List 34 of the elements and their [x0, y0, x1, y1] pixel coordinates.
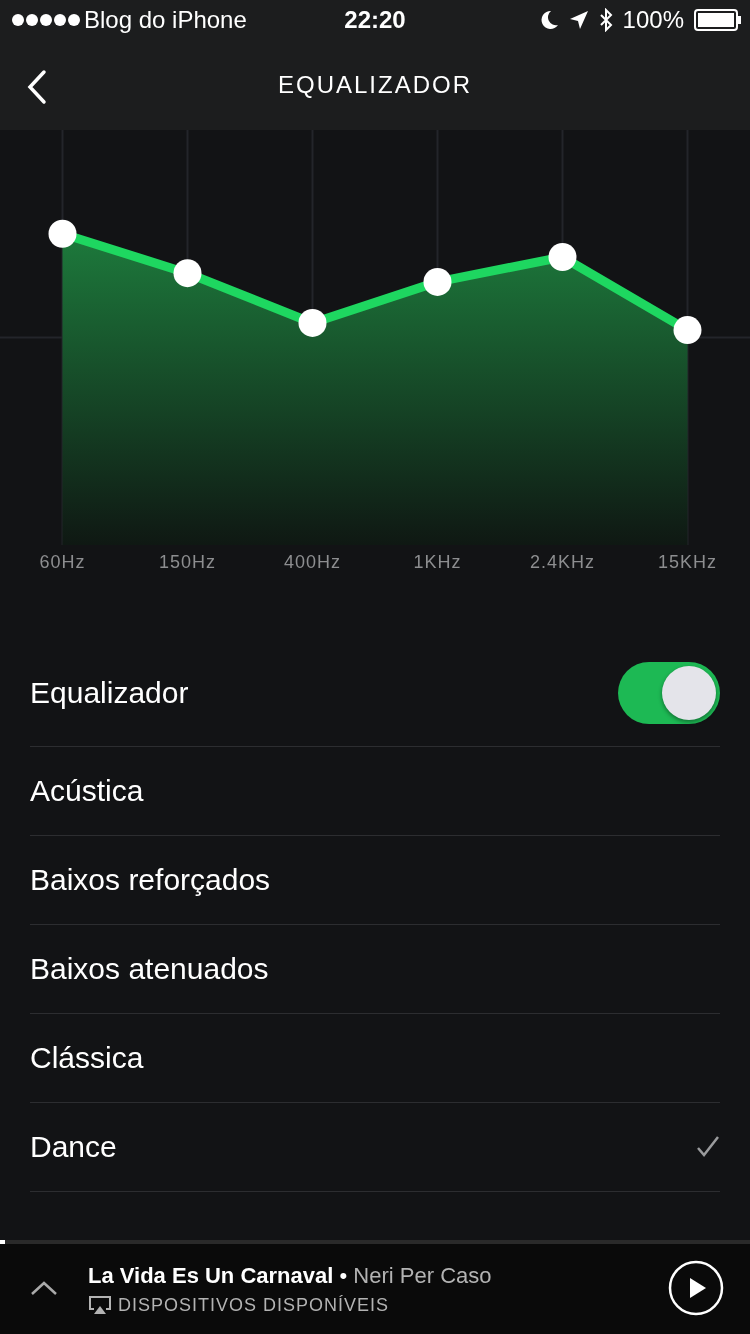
bluetooth-icon	[598, 8, 613, 32]
carrier-name: Blog do iPhone	[84, 6, 247, 34]
preset-label: Dance	[30, 1130, 118, 1164]
frequency-label: 150Hz	[158, 552, 217, 573]
airplay-icon	[88, 1295, 112, 1315]
preset-label: Acústica	[30, 774, 145, 808]
preset-row[interactable]: Acústica	[30, 747, 720, 836]
frequency-label: 2.4KHz	[529, 552, 596, 573]
preset-row[interactable]: Baixos reforçados	[30, 836, 720, 925]
frequency-label: 1KHz	[412, 552, 463, 573]
frequency-label: 15KHz	[657, 552, 718, 573]
clock-time: 22:20	[344, 6, 406, 33]
signal-icon	[12, 14, 82, 26]
page-title: EQUALIZADOR	[278, 71, 472, 98]
play-icon	[668, 1259, 724, 1316]
frequency-label: 400Hz	[283, 552, 342, 573]
track-title: La Vida Es Un Carnaval	[88, 1262, 334, 1288]
preset-label: Baixos atenuados	[30, 952, 270, 986]
preset-label: Baixos reforçados	[30, 863, 272, 897]
preset-row[interactable]: Clássica	[30, 1014, 720, 1103]
preset-label: Clássica	[30, 1041, 145, 1075]
battery-percent: 100%	[622, 6, 684, 34]
devices-link[interactable]: DISPOSITIVOS DISPONÍVEIS	[118, 1294, 390, 1316]
separator-dot: •	[339, 1262, 348, 1288]
preset-row[interactable]: Dance	[30, 1103, 720, 1192]
preset-row[interactable]: Baixos atenuados	[30, 925, 720, 1014]
moon-icon	[540, 10, 559, 30]
location-arrow-icon	[568, 10, 589, 30]
frequency-label: 60Hz	[38, 552, 87, 573]
battery-icon	[694, 9, 742, 31]
equalizer-curve-drawing[interactable]	[48, 219, 702, 545]
setting-label: Equalizador	[30, 676, 190, 710]
artist-name: Neri Per Caso	[353, 1262, 492, 1288]
caret-up-icon	[30, 1279, 58, 1296]
